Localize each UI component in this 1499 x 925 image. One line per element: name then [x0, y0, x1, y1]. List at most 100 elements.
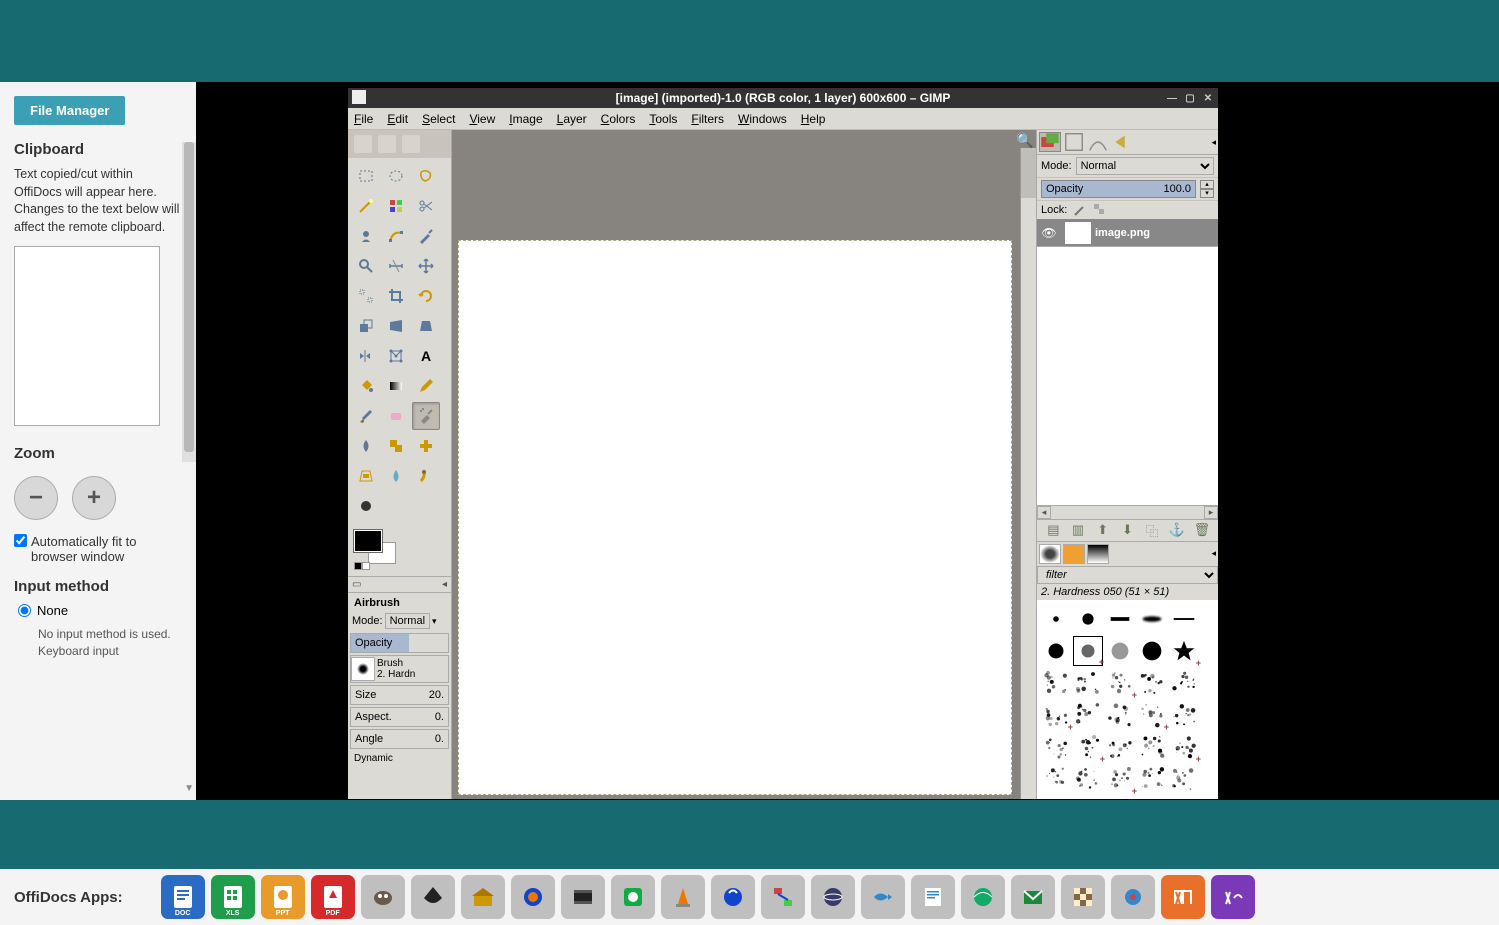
layer-scroll-right-icon[interactable]: ▸	[1204, 506, 1218, 519]
tool-smudge-icon[interactable]	[412, 462, 440, 490]
brush-swatch[interactable]: +	[1105, 764, 1135, 794]
tool-crop-icon[interactable]	[382, 282, 410, 310]
tool-scale-icon[interactable]	[352, 312, 380, 340]
tool-blur-icon[interactable]	[382, 462, 410, 490]
brush-swatch[interactable]	[1137, 732, 1167, 762]
channels-tab-icon[interactable]	[1063, 132, 1085, 152]
tool-heal-icon[interactable]	[412, 432, 440, 460]
brush-preview-icon[interactable]	[351, 657, 375, 681]
app-audacity-icon[interactable]	[511, 875, 555, 919]
brush-swatch[interactable]	[1073, 604, 1103, 634]
brush-swatch[interactable]: +	[1137, 700, 1167, 730]
close-icon[interactable]: ✕	[1202, 93, 1214, 104]
opacity-up-icon[interactable]: ▴	[1200, 180, 1214, 189]
zoom-in-button[interactable]: +	[72, 476, 116, 520]
paths-tab-icon[interactable]	[1087, 132, 1109, 152]
canvas-scrollbar-vertical[interactable]	[1020, 148, 1036, 799]
menu-image[interactable]: Image	[509, 112, 542, 126]
brush-swatch[interactable]: +	[1041, 700, 1071, 730]
layer-scroll-left-icon[interactable]: ◂	[1037, 506, 1051, 519]
input-none-radio[interactable]	[18, 604, 31, 617]
app-inkscape-icon[interactable]	[411, 875, 455, 919]
minimize-icon[interactable]: —	[1166, 93, 1178, 104]
menu-colors[interactable]: Colors	[601, 112, 636, 126]
toolbox-tab-icon[interactable]	[354, 135, 372, 153]
opacity-down-icon[interactable]: ▾	[1200, 189, 1214, 198]
navigator-icon[interactable]: 🔍	[1016, 132, 1032, 148]
lower-layer-icon[interactable]: ⬇	[1119, 522, 1135, 538]
tool-cage-icon[interactable]	[382, 342, 410, 370]
tool-rotate-icon[interactable]	[412, 282, 440, 310]
app-gedit-icon[interactable]	[911, 875, 955, 919]
tool-bucket-fill-icon[interactable]	[352, 372, 380, 400]
toolbox-tab-icon[interactable]	[378, 135, 396, 153]
tool-perspective-icon[interactable]	[412, 312, 440, 340]
opacity-slider[interactable]: Opacity	[350, 633, 449, 653]
tool-text-icon[interactable]: A	[412, 342, 440, 370]
toolbox-tab-icon[interactable]	[402, 135, 420, 153]
brush-swatch[interactable]	[1041, 764, 1071, 794]
tool-pencil-icon[interactable]	[412, 372, 440, 400]
brush-swatch[interactable]	[1073, 668, 1103, 698]
brush-swatch[interactable]	[1137, 636, 1167, 666]
brush-swatch[interactable]	[1041, 668, 1071, 698]
tool-airbrush-icon[interactable]	[412, 402, 440, 430]
layer-group-icon[interactable]: ▥	[1070, 522, 1086, 538]
patterns-tab-icon[interactable]	[1063, 544, 1085, 564]
menu-layer[interactable]: Layer	[557, 112, 587, 126]
app-gimp-icon[interactable]	[361, 875, 405, 919]
tool-zoom-icon[interactable]	[352, 252, 380, 280]
brush-swatch[interactable]	[1137, 668, 1167, 698]
dock-menu-icon[interactable]: ◂	[1211, 137, 1216, 148]
menu-filters[interactable]: Filters	[691, 112, 724, 126]
layer-opacity-slider[interactable]: Opacity 100.0	[1041, 180, 1196, 198]
tool-by-color-select-icon[interactable]	[382, 192, 410, 220]
lock-alpha-icon[interactable]	[1093, 203, 1107, 217]
app-sweethome-icon[interactable]	[461, 875, 505, 919]
tool-paths-icon[interactable]	[382, 222, 410, 250]
tool-perspective-clone-icon[interactable]	[352, 462, 380, 490]
gimp-canvas-area[interactable]: 🔍	[452, 130, 1036, 799]
brush-swatch[interactable]	[1041, 604, 1071, 634]
brush-swatch[interactable]	[1169, 764, 1199, 794]
brush-swatch[interactable]	[1041, 636, 1071, 666]
layers-tab-icon[interactable]	[1039, 132, 1061, 152]
new-layer-icon[interactable]: ▤	[1045, 522, 1061, 538]
layer-row[interactable]: 👁 image.png	[1037, 219, 1218, 247]
clipboard-textarea[interactable]	[14, 246, 160, 426]
brush-swatch[interactable]: +	[1073, 636, 1103, 666]
tool-measure-icon[interactable]	[382, 252, 410, 280]
tool-flip-icon[interactable]	[352, 342, 380, 370]
brush-swatch[interactable]	[1169, 604, 1199, 634]
tool-blend-icon[interactable]	[382, 372, 410, 400]
layer-name[interactable]: image.png	[1095, 227, 1150, 239]
brush-dock-menu-icon[interactable]: ◂	[1211, 548, 1216, 559]
app-ppt-icon[interactable]: PPT	[261, 875, 305, 919]
gimp-canvas[interactable]	[458, 240, 1012, 795]
brush-swatch[interactable]: +	[1169, 732, 1199, 762]
menu-help[interactable]: Help	[801, 112, 826, 126]
tool-fuzzy-select-icon[interactable]	[352, 192, 380, 220]
gradients-tab-icon[interactable]	[1087, 544, 1109, 564]
app-firefox-icon[interactable]	[961, 875, 1005, 919]
angle-field[interactable]: Angle0.	[350, 729, 449, 749]
autofit-checkbox[interactable]	[14, 534, 27, 547]
anchor-layer-icon[interactable]: ⚓	[1169, 522, 1185, 538]
brush-swatch[interactable]	[1105, 732, 1135, 762]
menu-tools[interactable]: Tools	[649, 112, 677, 126]
tool-align-icon[interactable]	[352, 282, 380, 310]
brush-swatch[interactable]	[1105, 604, 1135, 634]
sidebar-scroll-down-icon[interactable]: ▼	[184, 783, 194, 794]
app-vlc-icon[interactable]	[661, 875, 705, 919]
tool-paintbrush-icon[interactable]	[352, 402, 380, 430]
app-dia-icon[interactable]	[761, 875, 805, 919]
brush-swatch[interactable]	[1169, 668, 1199, 698]
delete-layer-icon[interactable]: 🗑	[1194, 522, 1210, 538]
tool-clone-icon[interactable]	[382, 432, 410, 460]
mode-dropdown[interactable]: Normal	[385, 613, 430, 629]
tool-dodge-icon[interactable]	[352, 492, 380, 520]
brush-swatch[interactable]	[1105, 700, 1135, 730]
brush-swatch[interactable]: +	[1073, 732, 1103, 762]
maximize-icon[interactable]: ▢	[1184, 93, 1196, 104]
tool-shear-icon[interactable]	[382, 312, 410, 340]
